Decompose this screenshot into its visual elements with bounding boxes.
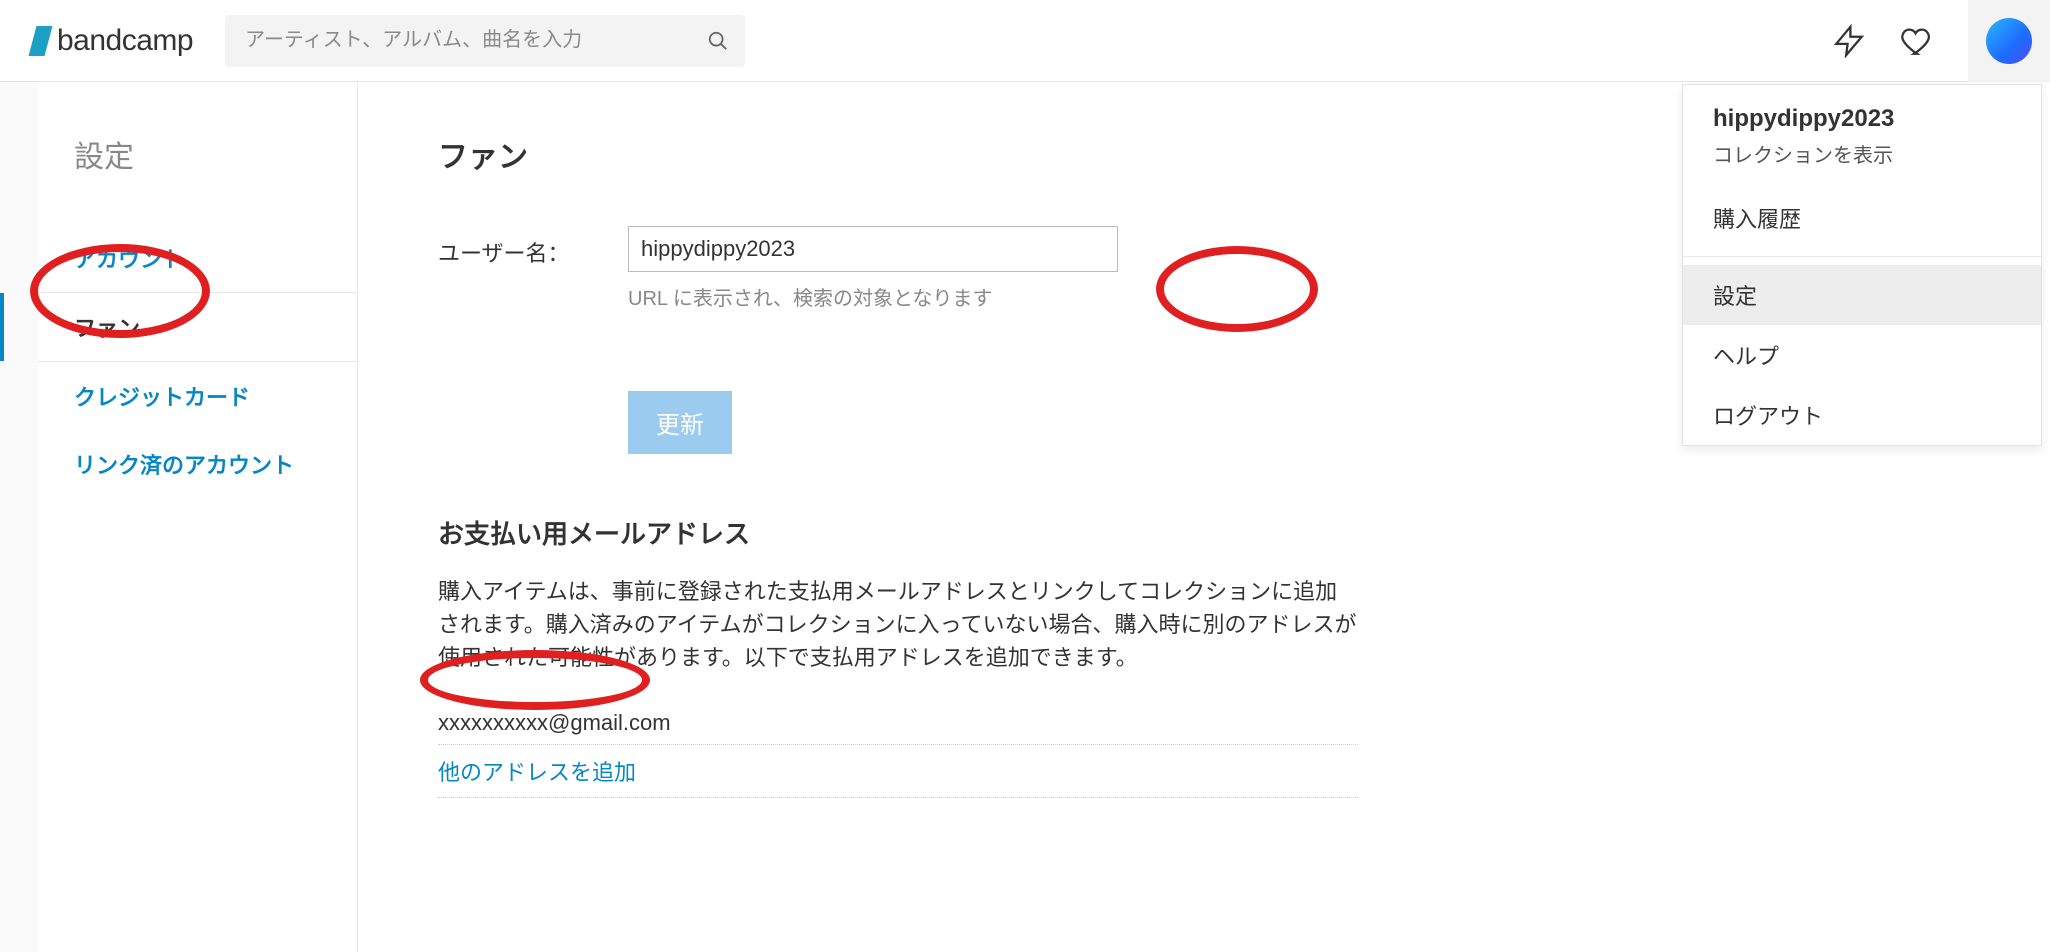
avatar	[1986, 18, 2032, 64]
dropdown-divider	[1683, 256, 2041, 257]
main: ファン ユーザー名： URL に表示され、検索の対象となります 更新 お支払い用…	[358, 82, 1458, 952]
dropdown-item-help[interactable]: ヘルプ	[1683, 325, 2041, 385]
search-wrap	[225, 15, 745, 67]
sidebar-item-credit-card[interactable]: クレジットカード	[38, 362, 357, 430]
wishlist-icon[interactable]	[1900, 24, 1934, 58]
sidebar-item-fan[interactable]: ファン	[38, 292, 357, 362]
logo[interactable]: bandcamp	[28, 24, 193, 58]
username-row: ユーザー名： URL に表示され、検索の対象となります	[438, 226, 1378, 311]
payment-email-desc: 購入アイテムは、事前に登録された支払用メールアドレスとリンクしてコレクションに追…	[438, 575, 1358, 674]
sidebar-title: 設定	[38, 132, 357, 176]
header: bandcamp	[0, 0, 2050, 82]
username-label: ユーザー名：	[438, 226, 628, 268]
search-icon	[707, 30, 729, 52]
bandcamp-logo-icon	[28, 26, 53, 56]
left-strip	[0, 82, 38, 952]
sidebar-item-account[interactable]: アカウント	[38, 224, 357, 292]
dropdown-item-logout[interactable]: ログアウト	[1683, 385, 2041, 445]
payment-email-value: xxxxxxxxxx@gmail.com	[438, 702, 1358, 745]
dropdown-user-section[interactable]: hippydippy2023 コレクションを表示	[1683, 85, 2041, 188]
add-address-link[interactable]: 他のアドレスを追加	[438, 745, 1358, 798]
update-button[interactable]: 更新	[628, 391, 732, 454]
user-dropdown: hippydippy2023 コレクションを表示 購入履歴 設定 ヘルプ ログア…	[1682, 84, 2042, 446]
feed-icon[interactable]	[1832, 24, 1866, 58]
username-help: URL に表示され、検索の対象となります	[628, 282, 1378, 311]
payment-email-title: お支払い用メールアドレス	[438, 514, 1378, 551]
dropdown-item-purchases[interactable]: 購入履歴	[1683, 188, 2041, 248]
search-input[interactable]	[225, 15, 745, 67]
sidebar-item-linked-accounts[interactable]: リンク済のアカウント	[38, 430, 357, 498]
page-title: ファン	[438, 132, 1378, 176]
logo-text: bandcamp	[57, 24, 193, 58]
header-right	[1832, 0, 2022, 82]
dropdown-view-collection: コレクションを表示	[1713, 139, 2011, 168]
dropdown-username: hippydippy2023	[1713, 105, 2011, 133]
dropdown-item-settings[interactable]: 設定	[1683, 265, 2041, 325]
avatar-button[interactable]	[1968, 0, 2050, 82]
username-input[interactable]	[628, 226, 1118, 272]
sidebar: 設定 アカウント ファン クレジットカード リンク済のアカウント	[38, 82, 358, 952]
